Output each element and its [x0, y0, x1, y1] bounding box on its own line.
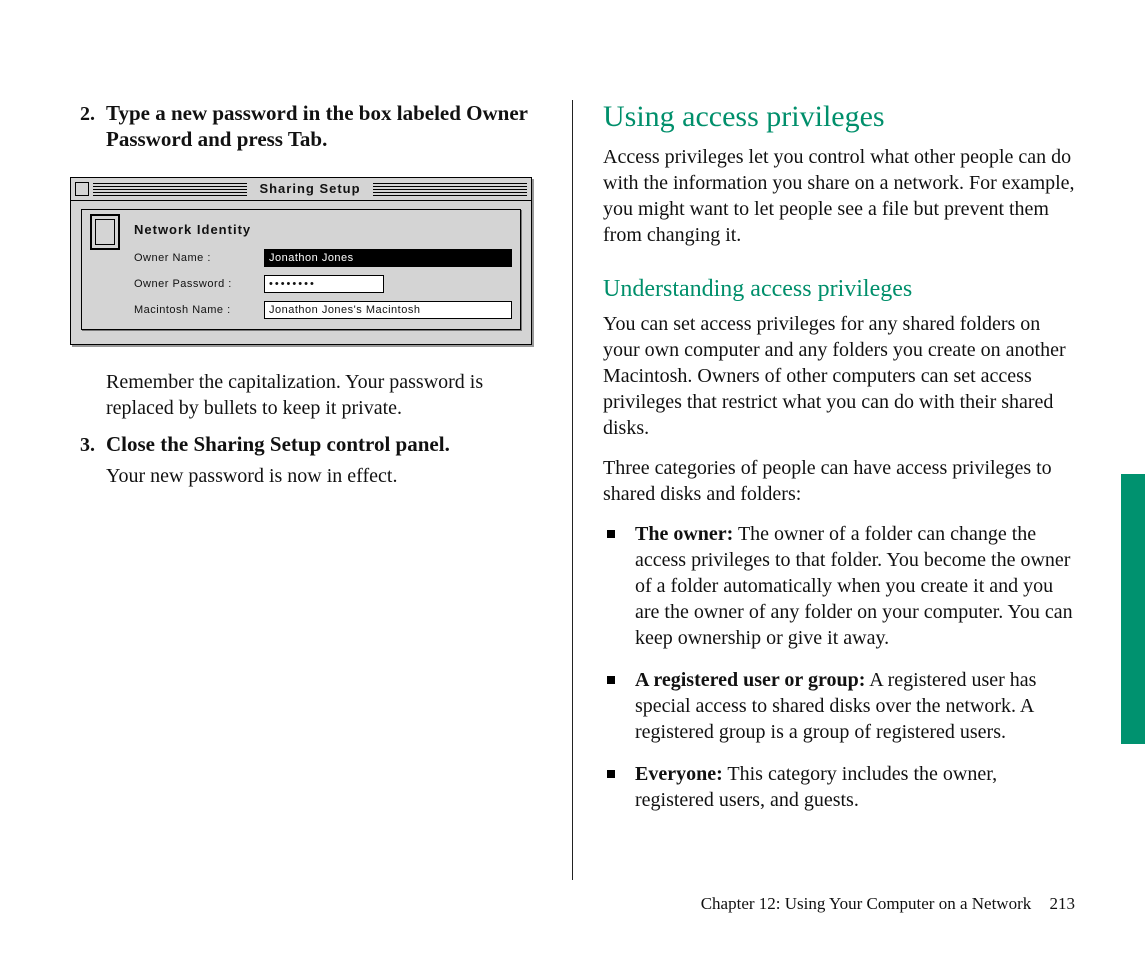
window-title: Sharing Setup [251, 181, 368, 196]
paragraph-understanding-1: You can set access privileges for any sh… [603, 311, 1075, 441]
bullet-registered-term: A registered user or group: [635, 669, 865, 691]
network-identity-section: Network Identity Owner Name : Jonathon J… [81, 209, 521, 330]
owner-name-label: Owner Name : [90, 252, 264, 264]
step-3-body: Your new password is now in effect. [106, 463, 542, 489]
thumb-tab [1121, 474, 1145, 744]
step-2: Type a new password in the box labeled O… [100, 100, 542, 421]
bullet-owner: The owner: The owner of a folder can cha… [625, 521, 1075, 651]
intro-paragraph: Access privileges let you control what o… [603, 144, 1075, 248]
bullet-registered: A registered user or group: A registered… [625, 667, 1075, 745]
footer-chapter: Chapter 12: Using Your Computer on a Net… [701, 894, 1032, 913]
step-3: Close the Sharing Setup control panel. Y… [100, 431, 542, 489]
page-footer: Chapter 12: Using Your Computer on a Net… [701, 894, 1075, 914]
paragraph-categories-intro: Three categories of people can have acce… [603, 455, 1075, 507]
owner-name-field[interactable]: Jonathon Jones [264, 249, 512, 267]
window-titlebar: Sharing Setup [71, 178, 531, 201]
macintosh-name-field[interactable]: Jonathon Jones's Macintosh [264, 301, 512, 319]
bullet-owner-term: The owner: [635, 523, 733, 545]
left-column: Type a new password in the box labeled O… [70, 100, 572, 834]
owner-password-field[interactable]: •••••••• [264, 275, 384, 293]
sharing-setup-screenshot: Sharing Setup Network Identity Owner Nam… [70, 177, 542, 345]
step-2-heading: Type a new password in the box labeled O… [106, 100, 542, 153]
window-body: Network Identity Owner Name : Jonathon J… [71, 201, 531, 344]
macintosh-name-row: Macintosh Name : Jonathon Jones's Macint… [90, 301, 512, 319]
close-box-icon[interactable] [75, 182, 89, 196]
heading-using-access-privileges: Using access privileges [603, 100, 1075, 134]
content-columns: Type a new password in the box labeled O… [70, 100, 1075, 834]
step-3-heading: Close the Sharing Setup control panel. [106, 431, 542, 457]
owner-password-label: Owner Password : [90, 278, 264, 290]
bullet-everyone: Everyone: This category includes the own… [625, 761, 1075, 813]
titlebar-stripe-left [93, 182, 247, 196]
document-icon [90, 214, 120, 250]
sharing-setup-window: Sharing Setup Network Identity Owner Nam… [70, 177, 532, 345]
titlebar-stripe-right [373, 182, 527, 196]
heading-understanding-access-privileges: Understanding access privileges [603, 276, 1075, 303]
right-column: Using access privileges Access privilege… [573, 100, 1075, 834]
bullet-everyone-term: Everyone: [635, 763, 723, 785]
section-title: Network Identity [134, 216, 512, 241]
owner-name-row: Owner Name : Jonathon Jones [90, 249, 512, 267]
macintosh-name-label: Macintosh Name : [90, 304, 264, 316]
categories-list: The owner: The owner of a folder can cha… [603, 521, 1075, 813]
page: Type a new password in the box labeled O… [0, 0, 1145, 954]
step-2-body: Remember the capitalization. Your passwo… [106, 369, 542, 421]
owner-password-row: Owner Password : •••••••• [90, 275, 512, 293]
instruction-list: Type a new password in the box labeled O… [70, 100, 542, 489]
footer-page-number: 213 [1050, 894, 1076, 913]
